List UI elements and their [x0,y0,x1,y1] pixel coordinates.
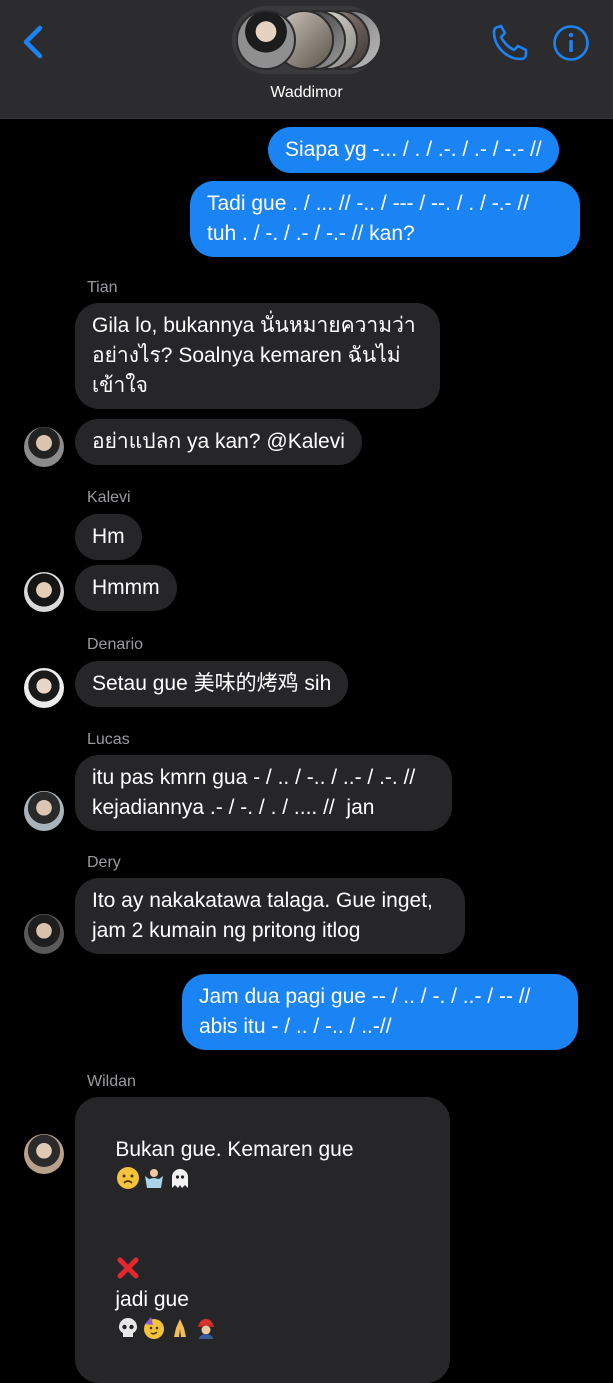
call-button[interactable] [490,22,530,64]
info-icon [553,25,589,61]
message-bubble-incoming[interactable]: อย่าแปลก ya kan? @Kalevi [75,419,362,465]
back-button[interactable] [18,22,52,62]
folded-hands-icon [174,1319,187,1337]
message-bubble-incoming[interactable]: Hm [75,514,142,560]
message-bubble-incoming[interactable]: Bukan gue. Kemaren gue jadi gue [75,1097,450,1383]
firefighter-icon [198,1319,215,1339]
sender-name: Denario [87,636,144,653]
chevron-left-icon [23,25,43,59]
avatar[interactable] [24,572,64,612]
sender-name: Kalevi [87,489,131,506]
message-bubble-incoming[interactable]: Hmmm [75,565,177,611]
message-bubble-incoming[interactable]: Gila lo, bukannya นั่นหมายความว่า อย่างไ… [75,303,440,409]
avatar[interactable] [24,791,64,831]
message-list[interactable]: Siapa yg -... / . / .-. / .- / -.- // Ta… [0,119,613,1383]
chat-header: Waddimor [0,0,613,119]
message-bubble-incoming[interactable]: itu pas kmrn gua - / .. / -.. / ..- / .-… [75,755,452,831]
skull-icon [119,1318,138,1337]
phone-icon [492,24,528,61]
person-shrugging-icon [145,1169,164,1188]
member-avatar [236,10,296,70]
avatar[interactable] [24,427,64,467]
partying-face-icon [144,1317,165,1339]
info-button[interactable] [552,24,590,62]
message-bubble-outgoing[interactable]: Siapa yg -... / . / .-. / .- / -.- // [268,127,559,173]
message-bubble-incoming[interactable]: Setau gue 美味的烤鸡 sih [75,661,349,707]
message-bubble-incoming[interactable]: Ito ay nakakatawa talaga. Gue inget, jam… [75,878,465,954]
message-bubble-outgoing[interactable]: Jam dua pagi gue -- / .. / -. / ..- / --… [182,974,578,1050]
avatar[interactable] [24,1134,64,1174]
red-cross-mark-icon [117,1257,139,1279]
avatar[interactable] [24,914,64,954]
avatar[interactable] [24,668,64,708]
sender-name: Dery [87,854,121,871]
message-text: Bukan gue. Kemaren gue [115,1138,354,1161]
sender-name: Lucas [87,731,130,748]
group-name[interactable]: Waddimor [0,84,613,102]
group-avatar-stack[interactable] [232,6,382,74]
sender-name: Tian [87,279,118,296]
sender-name: Wildan [87,1073,136,1090]
ghost-icon [172,1169,189,1188]
worried-face-icon [117,1167,140,1189]
message-bubble-outgoing[interactable]: Tadi gue . / ... // -.. / --- / --. / . … [190,181,580,257]
message-text: jadi gue [115,1288,189,1311]
